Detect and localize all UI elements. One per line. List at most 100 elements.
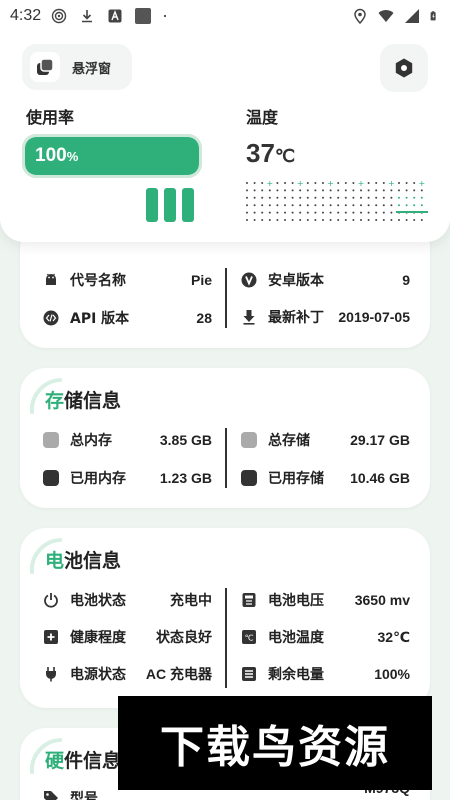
graph-dot bbox=[413, 196, 416, 199]
graph-dot bbox=[344, 219, 347, 221]
graph-dot bbox=[314, 204, 317, 207]
graph-dot bbox=[276, 196, 279, 199]
watermark-text: 下载鸟资源 bbox=[160, 722, 390, 773]
app-square-icon bbox=[135, 8, 152, 24]
graph-dot bbox=[306, 204, 309, 207]
graph-dot bbox=[405, 196, 408, 199]
graph-dot bbox=[276, 204, 279, 207]
graph-dot bbox=[344, 196, 347, 199]
graph-dot bbox=[329, 196, 332, 199]
graph-marker: + bbox=[418, 180, 425, 188]
graph-dot bbox=[367, 196, 370, 199]
graph-dot bbox=[253, 204, 256, 207]
graph-dot bbox=[344, 211, 347, 214]
square-dark-icon bbox=[240, 469, 258, 487]
graph-dot bbox=[367, 219, 370, 221]
graph-dot bbox=[382, 182, 385, 184]
graph-dot bbox=[352, 211, 355, 214]
dot-icon bbox=[164, 14, 167, 18]
graph-marker: + bbox=[297, 180, 304, 188]
graph-dot bbox=[390, 219, 393, 221]
graph-dot bbox=[322, 182, 324, 184]
graph-dot bbox=[284, 219, 286, 221]
usage-label: 使用率 bbox=[26, 108, 75, 127]
graph-dot bbox=[337, 219, 340, 221]
graph-dot bbox=[291, 204, 294, 207]
graph-dot bbox=[329, 219, 332, 221]
tag-icon bbox=[42, 789, 60, 800]
graph-dot bbox=[375, 219, 378, 221]
graph-dot bbox=[413, 182, 416, 184]
graph-dot bbox=[413, 219, 416, 221]
patch-download-icon bbox=[240, 308, 258, 326]
graph-dot bbox=[268, 196, 271, 199]
graph-dot bbox=[322, 211, 324, 214]
graph-dot bbox=[352, 196, 355, 199]
graph-dot bbox=[360, 219, 362, 221]
graph-dot bbox=[314, 211, 317, 214]
info-row: 总存储 29.17 GB bbox=[240, 430, 410, 450]
graph-dot bbox=[390, 196, 393, 199]
graph-dot bbox=[246, 189, 248, 192]
graph-dot bbox=[360, 211, 362, 214]
info-row: 电池状态 充电中 bbox=[42, 590, 212, 610]
graph-dot bbox=[253, 182, 256, 184]
graph-dot bbox=[405, 182, 408, 184]
watermark-banner: 下载鸟资源 bbox=[118, 696, 432, 790]
usage-progress-fill: 100% bbox=[25, 137, 199, 175]
graph-dot bbox=[398, 196, 400, 199]
graph-marker: + bbox=[327, 180, 334, 188]
graph-dot bbox=[261, 219, 264, 221]
graph-dot bbox=[405, 189, 408, 192]
voltage-icon bbox=[240, 591, 258, 609]
graph-dot bbox=[268, 211, 271, 214]
battery-icon bbox=[430, 11, 436, 21]
graph-dot bbox=[337, 196, 340, 199]
graph-dot bbox=[337, 189, 340, 192]
graph-dot bbox=[246, 182, 248, 184]
graph-dot bbox=[329, 189, 332, 192]
graph-dot bbox=[398, 189, 400, 192]
graph-dot bbox=[276, 211, 279, 214]
card-divider bbox=[225, 268, 227, 328]
graph-dot bbox=[337, 211, 340, 214]
graph-dot bbox=[329, 211, 332, 214]
graph-marker: + bbox=[266, 180, 273, 188]
graph-dot bbox=[420, 189, 423, 192]
graph-dot bbox=[390, 204, 393, 207]
settings-button[interactable] bbox=[380, 44, 428, 92]
info-row: 最新补丁 2019-07-05 bbox=[240, 298, 410, 336]
graph-dot bbox=[253, 196, 256, 199]
info-row: 剩余电量 100% bbox=[240, 664, 410, 684]
graph-dot bbox=[306, 189, 309, 192]
square-dark-icon bbox=[42, 469, 60, 487]
storage-info-card: 存储信息 总内存 3.85 GB 已用内存 1.23 GB 总存储 29.17 … bbox=[20, 368, 430, 508]
graph-dot bbox=[360, 204, 362, 207]
graph-dot bbox=[268, 189, 271, 192]
info-row: 健康程度 状态良好 bbox=[42, 627, 212, 647]
graph-dot bbox=[322, 204, 324, 207]
location-icon bbox=[354, 8, 366, 24]
graph-dot bbox=[367, 182, 370, 184]
graph-dot bbox=[375, 189, 378, 192]
graph-dot bbox=[367, 189, 370, 192]
core-bar bbox=[182, 188, 194, 222]
graph-dot bbox=[314, 219, 317, 221]
graph-dot bbox=[344, 182, 347, 184]
graph-dot bbox=[382, 204, 385, 207]
signal-icon bbox=[405, 9, 419, 23]
graph-dot bbox=[398, 219, 400, 221]
graph-dot bbox=[367, 204, 370, 207]
square-light-icon bbox=[240, 431, 258, 449]
float-window-toggle[interactable]: 悬浮窗 bbox=[22, 44, 132, 90]
card-divider bbox=[225, 588, 227, 688]
graph-dot bbox=[420, 196, 423, 199]
svg-text:℃: ℃ bbox=[245, 634, 254, 643]
info-row: 总内存 3.85 GB bbox=[42, 430, 212, 450]
info-row: 代号名称 Pie bbox=[42, 270, 212, 290]
graph-dot bbox=[299, 196, 302, 199]
graph-dot bbox=[352, 182, 355, 184]
usage-cores-bars bbox=[146, 188, 194, 222]
hexagon-settings-icon bbox=[395, 58, 413, 78]
graph-dot bbox=[314, 182, 317, 184]
